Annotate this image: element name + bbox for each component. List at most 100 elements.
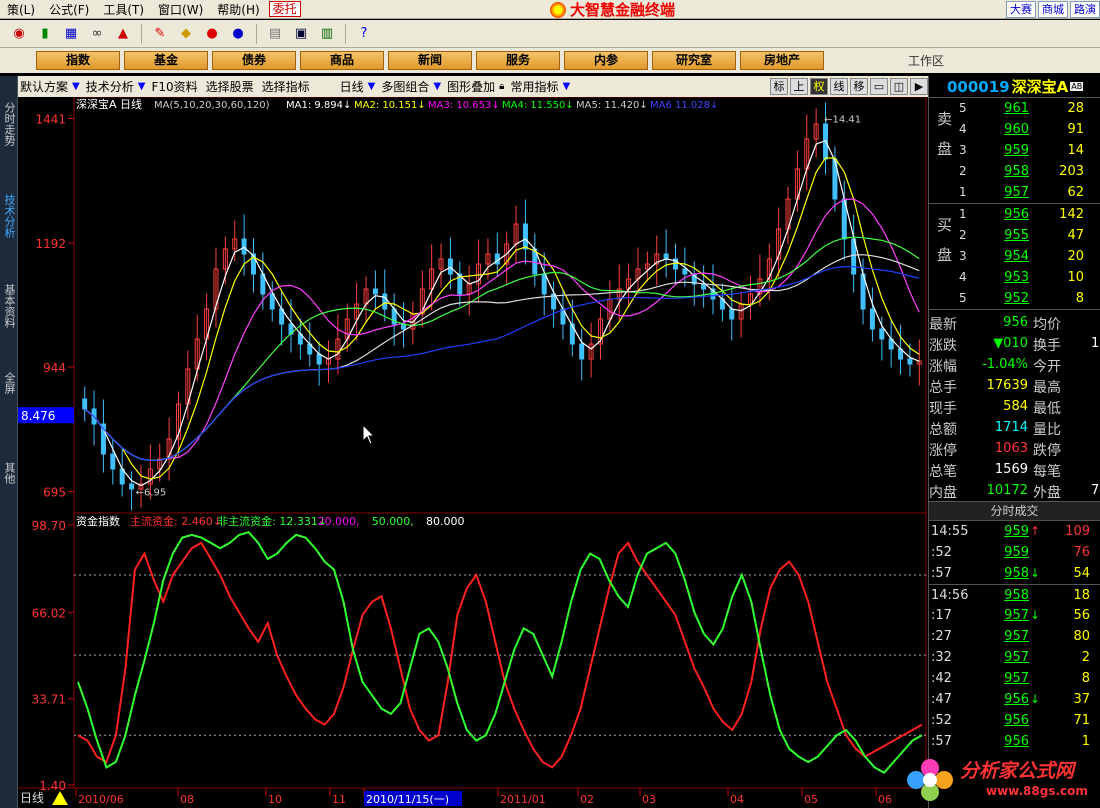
up-toggle[interactable]: 上 — [790, 78, 808, 95]
period-select[interactable]: 日线 — [314, 78, 368, 95]
trade-price[interactable]: 959 — [993, 545, 1029, 560]
chevron-down-icon[interactable]: ▼ — [138, 81, 148, 92]
nav-bond[interactable]: 债券 — [212, 51, 296, 70]
tab-mall[interactable]: 商城 — [1038, 1, 1068, 18]
ma-line — [84, 254, 920, 461]
book-row[interactable]: 1 957 62 — [929, 182, 1100, 203]
diamond-icon[interactable]: ◆ — [175, 24, 197, 44]
help-pointer-icon[interactable]: ? — [353, 24, 375, 44]
book-price[interactable]: 953 — [989, 270, 1029, 285]
tab-intraday[interactable]: 分时走势 — [1, 102, 17, 146]
chevron-down-icon[interactable]: ▼ — [368, 81, 378, 92]
trade-price[interactable]: 956 — [993, 692, 1029, 707]
trade-price[interactable]: 957 — [993, 650, 1029, 665]
chevron-down-icon[interactable]: ▼ — [72, 81, 82, 92]
book-price[interactable]: 959 — [989, 143, 1029, 158]
book-row[interactable]: 3 959 14 — [929, 140, 1100, 161]
lock-icon[interactable]: 🔒︎ — [499, 81, 506, 92]
book-row[interactable]: 2 958 203 — [929, 161, 1100, 182]
chart-icon[interactable]: ▲ — [112, 24, 134, 44]
date-tick-label: 05 — [804, 793, 818, 806]
window-icon[interactable]: ▣ — [290, 24, 312, 44]
tab-roadshow[interactable]: 路演 — [1070, 1, 1100, 18]
nav-service[interactable]: 服务 — [476, 51, 560, 70]
nav-news[interactable]: 新闻 — [388, 51, 472, 70]
disc-icon[interactable]: ● — [227, 24, 249, 44]
grid-icon[interactable]: ▦ — [60, 24, 82, 44]
record-icon[interactable]: ● — [201, 24, 223, 44]
stat-label: 涨幅 — [929, 359, 957, 375]
chevron-down-icon[interactable]: ▼ — [433, 81, 443, 92]
multi-chart-select[interactable]: 多图组合 — [377, 78, 433, 95]
trade-price[interactable]: 957 — [993, 608, 1029, 623]
move-toggle[interactable]: 移 — [850, 78, 868, 95]
overlay-button[interactable]: 图形叠加 — [443, 78, 499, 95]
menu-item-strategy[interactable]: 策(L) — [0, 1, 42, 18]
connect-icon[interactable]: ◉ — [8, 24, 30, 44]
book-price[interactable]: 958 — [989, 164, 1029, 179]
tech-analysis-select[interactable]: 技术分析 — [82, 78, 138, 95]
trade-price[interactable]: 957 — [993, 671, 1029, 686]
book-price[interactable]: 956 — [989, 207, 1029, 222]
bars-icon[interactable]: ▮ — [34, 24, 56, 44]
menu-item-formula[interactable]: 公式(F) — [42, 1, 96, 18]
workspace-label[interactable]: 工作区 — [908, 52, 944, 69]
next-icon[interactable]: ▶ — [910, 78, 928, 95]
book-row[interactable]: 5 961 28 — [929, 98, 1100, 119]
book-row[interactable]: 1 956 142 — [929, 204, 1100, 225]
period-label[interactable]: 日线 — [20, 791, 44, 805]
rights-toggle[interactable]: 权 — [810, 78, 828, 95]
book-row[interactable]: 5 952 8 — [929, 288, 1100, 309]
book-price[interactable]: 952 — [989, 291, 1029, 306]
tab-fundamentals[interactable]: 基本资料 — [1, 284, 17, 328]
book-row[interactable]: 3 954 20 — [929, 246, 1100, 267]
book-row[interactable]: 4 953 10 — [929, 267, 1100, 288]
nav-realestate[interactable]: 房地产 — [740, 51, 824, 70]
ma-line — [84, 265, 920, 461]
book-price[interactable]: 961 — [989, 101, 1029, 116]
line-toggle[interactable]: 线 — [830, 78, 848, 95]
book-price[interactable]: 954 — [989, 249, 1029, 264]
nav-index[interactable]: 指数 — [36, 51, 120, 70]
menu-item-tools[interactable]: 工具(T) — [96, 1, 151, 18]
menu-item-help[interactable]: 帮助(H) — [210, 1, 266, 18]
trade-price[interactable]: 959 — [993, 524, 1029, 539]
chart-area[interactable]: 1441 1192 944 695 8.476 深深宝A 日线 MA(5,10,20,30,… — [18, 97, 928, 808]
book-price[interactable]: 955 — [989, 228, 1029, 243]
tab-technical[interactable]: 技术分析 — [1, 194, 17, 238]
trade-direction-icon: ↑ — [1030, 524, 1041, 538]
paint-icon[interactable]: ✎ — [149, 24, 171, 44]
binoculars-icon[interactable]: ∞ — [86, 24, 108, 44]
nav-research[interactable]: 研究室 — [652, 51, 736, 70]
select-indicator-button[interactable]: 选择指标 — [258, 78, 314, 95]
mark-toggle[interactable]: 标 — [770, 78, 788, 95]
price-panel-frame — [73, 97, 927, 514]
triangle-up-icon[interactable] — [52, 791, 68, 805]
scheme-select[interactable]: 默认方案 — [16, 78, 72, 95]
f10-button[interactable]: F10资料 — [147, 78, 201, 95]
nav-insider[interactable]: 内参 — [564, 51, 648, 70]
menu-item-window[interactable]: 窗口(W) — [151, 1, 210, 18]
document-icon[interactable]: ▤ — [264, 24, 286, 44]
common-indicator-select[interactable]: 常用指标 — [506, 78, 562, 95]
trade-price[interactable]: 956 — [993, 734, 1029, 749]
nav-fund[interactable]: 基金 — [124, 51, 208, 70]
book-row[interactable]: 2 955 47 — [929, 225, 1100, 246]
tab-other[interactable]: 其他 — [1, 462, 17, 484]
expand-icon[interactable]: ▭ — [870, 78, 888, 95]
trade-price[interactable]: 956 — [993, 713, 1029, 728]
collapse-icon[interactable]: ◫ — [890, 78, 908, 95]
tab-fullscreen[interactable]: 全屏 — [1, 372, 17, 394]
book-row[interactable]: 4 960 91 — [929, 119, 1100, 140]
chevron-down-icon[interactable]: ▼ — [562, 81, 572, 92]
entrust-button[interactable]: 委托 — [268, 1, 301, 17]
trade-price[interactable]: 957 — [993, 629, 1029, 644]
tab-contest[interactable]: 大赛 — [1006, 1, 1036, 18]
book-price[interactable]: 957 — [989, 185, 1029, 200]
trade-price[interactable]: 958 — [993, 566, 1029, 581]
nav-commodity[interactable]: 商品 — [300, 51, 384, 70]
select-stock-button[interactable]: 选择股票 — [202, 78, 258, 95]
book-price[interactable]: 960 — [989, 122, 1029, 137]
books-icon[interactable]: ▥ — [316, 24, 338, 44]
trade-price[interactable]: 958 — [993, 588, 1029, 603]
